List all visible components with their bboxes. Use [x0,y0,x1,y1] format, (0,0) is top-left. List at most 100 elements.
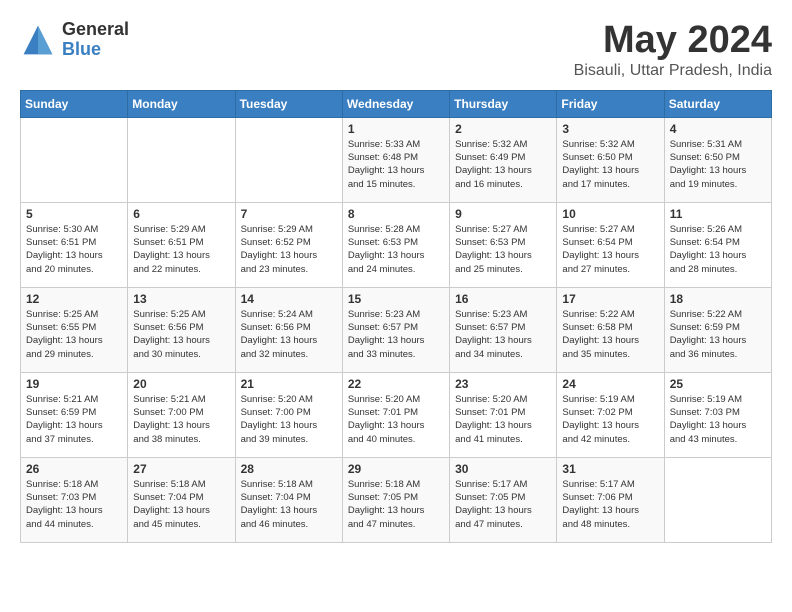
day-info: Sunrise: 5:33 AM Sunset: 6:48 PM Dayligh… [348,138,444,191]
day-number: 10 [562,207,658,221]
day-info: Sunrise: 5:20 AM Sunset: 7:01 PM Dayligh… [455,393,551,446]
day-info: Sunrise: 5:22 AM Sunset: 6:58 PM Dayligh… [562,308,658,361]
calendar-week-1: 1 Sunrise: 5:33 AM Sunset: 6:48 PM Daylig… [21,117,772,202]
day-info: Sunrise: 5:18 AM Sunset: 7:04 PM Dayligh… [133,478,229,531]
day-info: Sunrise: 5:21 AM Sunset: 7:00 PM Dayligh… [133,393,229,446]
day-number: 28 [241,462,337,476]
calendar-week-5: 26Sunrise: 5:18 AM Sunset: 7:03 PM Dayli… [21,457,772,542]
calendar-cell: 13 Sunrise: 5:25 AM Sunset: 6:56 PM Dayli… [128,287,235,372]
day-info: Sunrise: 5:23 AM Sunset: 6:57 PM Dayligh… [455,308,551,361]
weekday-header-monday: Monday [128,90,235,117]
day-number: 14 [241,292,337,306]
day-info: Sunrise: 5:19 AM Sunset: 7:03 PM Dayligh… [670,393,766,446]
weekday-header-saturday: Saturday [664,90,771,117]
day-number: 22 [348,377,444,391]
day-info: Sunrise: 5:20 AM Sunset: 7:00 PM Dayligh… [241,393,337,446]
calendar-cell: 18 Sunrise: 5:22 AM Sunset: 6:59 PM Dayli… [664,287,771,372]
day-number: 13 [133,292,229,306]
weekday-header-sunday: Sunday [21,90,128,117]
month-title: May 2024 [574,20,772,62]
day-info: Sunrise: 5:29 AM Sunset: 6:52 PM Dayligh… [241,223,337,276]
calendar-cell: 30 Sunrise: 5:17 AM Sunset: 7:05 PM Dayli… [450,457,557,542]
calendar-cell: 20 Sunrise: 5:21 AM Sunset: 7:00 PM Dayli… [128,372,235,457]
calendar-cell: 16 Sunrise: 5:23 AM Sunset: 6:57 PM Dayli… [450,287,557,372]
day-info: Sunrise: 5:17 AM Sunset: 7:05 PM Dayligh… [455,478,551,531]
calendar-cell: 6Sunrise: 5:29 AM Sunset: 6:51 PM Daylig… [128,202,235,287]
day-number: 2 [455,122,551,136]
calendar-cell: 4Sunrise: 5:31 AM Sunset: 6:50 PM Daylig… [664,117,771,202]
day-number: 1 [348,122,444,136]
calendar-cell: 7 Sunrise: 5:29 AM Sunset: 6:52 PM Daylig… [235,202,342,287]
day-info: Sunrise: 5:27 AM Sunset: 6:53 PM Dayligh… [455,223,551,276]
calendar-cell: 8Sunrise: 5:28 AM Sunset: 6:53 PM Daylig… [342,202,449,287]
day-info: Sunrise: 5:19 AM Sunset: 7:02 PM Dayligh… [562,393,658,446]
day-number: 21 [241,377,337,391]
calendar-cell: 24 Sunrise: 5:19 AM Sunset: 7:02 PM Dayli… [557,372,664,457]
day-info: Sunrise: 5:26 AM Sunset: 6:54 PM Dayligh… [670,223,766,276]
day-number: 20 [133,377,229,391]
calendar-cell: 2 Sunrise: 5:32 AM Sunset: 6:49 PM Daylig… [450,117,557,202]
calendar-cell: 23 Sunrise: 5:20 AM Sunset: 7:01 PM Dayli… [450,372,557,457]
day-info: Sunrise: 5:18 AM Sunset: 7:04 PM Dayligh… [241,478,337,531]
calendar-cell: 10 Sunrise: 5:27 AM Sunset: 6:54 PM Dayli… [557,202,664,287]
weekday-header-friday: Friday [557,90,664,117]
calendar-cell: 15 Sunrise: 5:23 AM Sunset: 6:57 PM Dayli… [342,287,449,372]
weekday-header-row: SundayMondayTuesdayWednesdayThursdayFrid… [21,90,772,117]
day-info: Sunrise: 5:28 AM Sunset: 6:53 PM Dayligh… [348,223,444,276]
day-info: Sunrise: 5:32 AM Sunset: 6:49 PM Dayligh… [455,138,551,191]
calendar-cell: 31Sunrise: 5:17 AM Sunset: 7:06 PM Dayli… [557,457,664,542]
calendar-cell [664,457,771,542]
day-number: 16 [455,292,551,306]
day-info: Sunrise: 5:20 AM Sunset: 7:01 PM Dayligh… [348,393,444,446]
day-info: Sunrise: 5:30 AM Sunset: 6:51 PM Dayligh… [26,223,122,276]
calendar-cell: 3 Sunrise: 5:32 AM Sunset: 6:50 PM Daylig… [557,117,664,202]
calendar-cell: 14 Sunrise: 5:24 AM Sunset: 6:56 PM Dayli… [235,287,342,372]
calendar-cell: 1 Sunrise: 5:33 AM Sunset: 6:48 PM Daylig… [342,117,449,202]
calendar-cell: 25 Sunrise: 5:19 AM Sunset: 7:03 PM Dayli… [664,372,771,457]
day-number: 26 [26,462,122,476]
day-number: 6 [133,207,229,221]
calendar-cell: 17 Sunrise: 5:22 AM Sunset: 6:58 PM Dayli… [557,287,664,372]
calendar-cell [21,117,128,202]
day-info: Sunrise: 5:22 AM Sunset: 6:59 PM Dayligh… [670,308,766,361]
day-info: Sunrise: 5:27 AM Sunset: 6:54 PM Dayligh… [562,223,658,276]
calendar-cell: 19Sunrise: 5:21 AM Sunset: 6:59 PM Dayli… [21,372,128,457]
day-info: Sunrise: 5:24 AM Sunset: 6:56 PM Dayligh… [241,308,337,361]
page-header: General Blue May 2024 Bisauli, Uttar Pra… [20,20,772,80]
day-number: 15 [348,292,444,306]
calendar-cell: 22 Sunrise: 5:20 AM Sunset: 7:01 PM Dayli… [342,372,449,457]
day-info: Sunrise: 5:25 AM Sunset: 6:56 PM Dayligh… [133,308,229,361]
calendar-cell: 26Sunrise: 5:18 AM Sunset: 7:03 PM Dayli… [21,457,128,542]
day-info: Sunrise: 5:32 AM Sunset: 6:50 PM Dayligh… [562,138,658,191]
day-info: Sunrise: 5:25 AM Sunset: 6:55 PM Dayligh… [26,308,122,361]
day-info: Sunrise: 5:23 AM Sunset: 6:57 PM Dayligh… [348,308,444,361]
day-number: 29 [348,462,444,476]
day-number: 3 [562,122,658,136]
day-number: 9 [455,207,551,221]
day-number: 30 [455,462,551,476]
calendar-cell: 11Sunrise: 5:26 AM Sunset: 6:54 PM Dayli… [664,202,771,287]
title-block: May 2024 Bisauli, Uttar Pradesh, India [574,20,772,80]
day-info: Sunrise: 5:31 AM Sunset: 6:50 PM Dayligh… [670,138,766,191]
weekday-header-tuesday: Tuesday [235,90,342,117]
day-number: 12 [26,292,122,306]
location: Bisauli, Uttar Pradesh, India [574,62,772,80]
calendar-cell: 9 Sunrise: 5:27 AM Sunset: 6:53 PM Daylig… [450,202,557,287]
calendar-week-4: 19Sunrise: 5:21 AM Sunset: 6:59 PM Dayli… [21,372,772,457]
calendar-table: SundayMondayTuesdayWednesdayThursdayFrid… [20,90,772,543]
calendar-cell: 27 Sunrise: 5:18 AM Sunset: 7:04 PM Dayli… [128,457,235,542]
day-number: 18 [670,292,766,306]
day-number: 24 [562,377,658,391]
day-number: 7 [241,207,337,221]
day-info: Sunrise: 5:21 AM Sunset: 6:59 PM Dayligh… [26,393,122,446]
logo-icon [20,22,56,58]
calendar-cell: 28 Sunrise: 5:18 AM Sunset: 7:04 PM Dayli… [235,457,342,542]
day-number: 5 [26,207,122,221]
day-number: 23 [455,377,551,391]
day-number: 17 [562,292,658,306]
logo-blue-label: Blue [62,40,129,60]
calendar-week-2: 5 Sunrise: 5:30 AM Sunset: 6:51 PM Daylig… [21,202,772,287]
day-number: 27 [133,462,229,476]
day-number: 25 [670,377,766,391]
calendar-cell: 12 Sunrise: 5:25 AM Sunset: 6:55 PM Dayli… [21,287,128,372]
